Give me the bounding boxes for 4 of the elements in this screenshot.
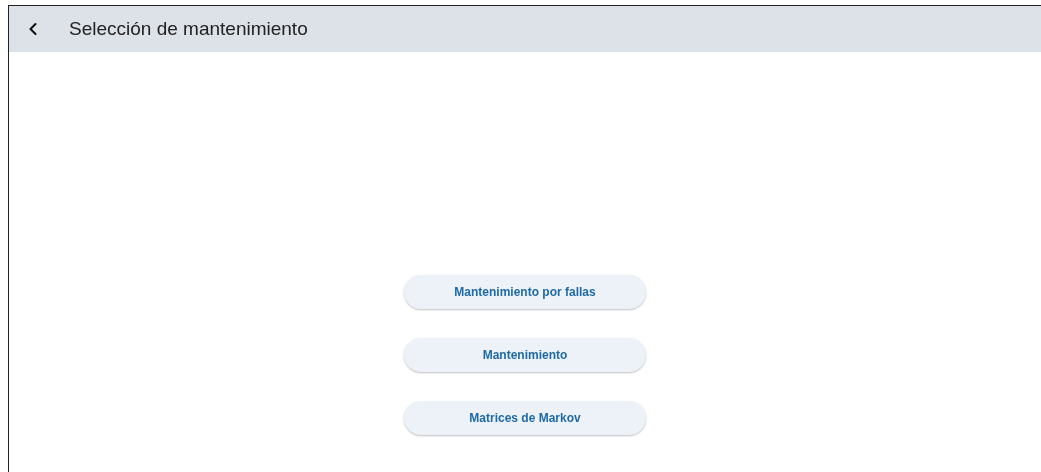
option-button[interactable]: Mantenimiento por fallas <box>404 275 646 309</box>
option-button[interactable]: Matrices de Markov <box>404 401 646 435</box>
page-title: Selección de mantenimiento <box>69 16 308 41</box>
option-button[interactable]: Mantenimiento <box>404 338 646 372</box>
